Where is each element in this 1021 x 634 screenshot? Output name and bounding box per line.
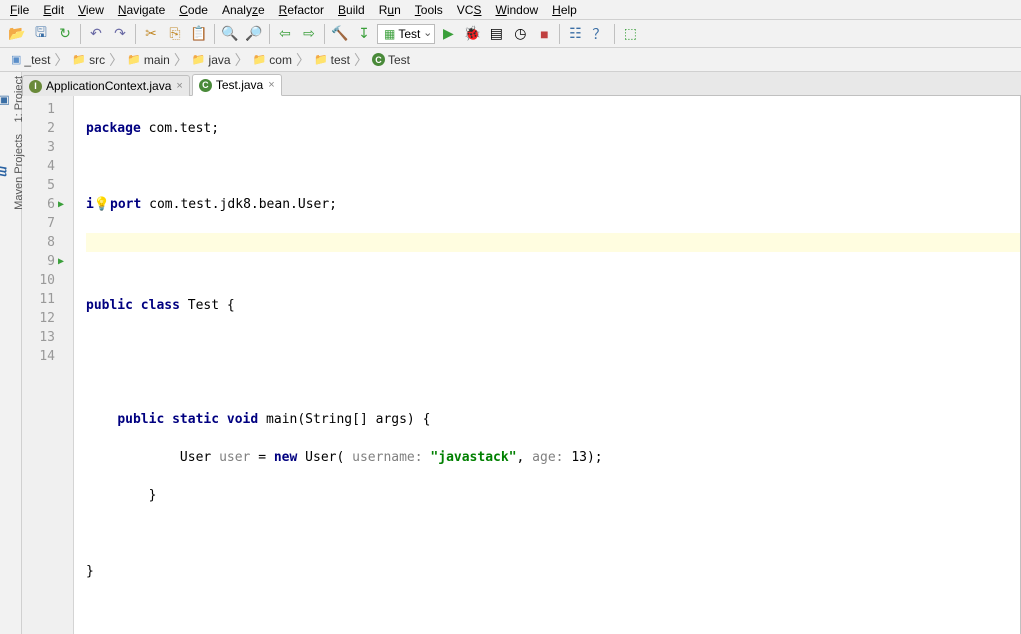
tab-applicationcontext[interactable]: I ApplicationContext.java ×	[22, 75, 190, 96]
crumb-folder[interactable]: 📁main	[124, 53, 173, 67]
menubar: File Edit View Navigate Code Analyze Ref…	[0, 0, 1021, 20]
toggle-breakpoints-icon[interactable]: ↧	[353, 23, 375, 45]
stop-icon[interactable]: ■	[533, 23, 555, 45]
code-area: 1 2 3 4 5 6▶ 7 8 9▶ 10 11 12 13 14 packa…	[22, 96, 1021, 634]
menu-run[interactable]: Run	[373, 2, 407, 18]
menu-window[interactable]: Window	[489, 2, 544, 18]
crumb-folder[interactable]: 📁com	[250, 53, 295, 67]
open-icon[interactable]: 📂	[6, 23, 28, 45]
run-config-label: Test	[398, 27, 420, 41]
menu-file[interactable]: File	[4, 2, 35, 18]
chevron-right-icon: 〉	[235, 50, 249, 70]
replace-icon[interactable]: 🔎	[243, 23, 265, 45]
run-gutter-icon[interactable]: ▶	[55, 195, 67, 214]
gradle-sync-icon[interactable]: ⬚	[619, 23, 641, 45]
tab-label: Test.java	[216, 78, 263, 92]
crumb-folder[interactable]: 📁test	[311, 53, 353, 67]
toolbar-separator	[324, 24, 325, 44]
menu-tools[interactable]: Tools	[409, 2, 449, 18]
sidebar-maven[interactable]: Maven Projects m	[0, 134, 25, 210]
profile-icon[interactable]: ◷	[509, 23, 531, 45]
coverage-icon[interactable]: ▤	[485, 23, 507, 45]
toolbar-separator	[135, 24, 136, 44]
toolbar-separator	[80, 24, 81, 44]
tab-label: ApplicationContext.java	[46, 79, 171, 93]
run-config-select[interactable]: ▦ Test	[377, 24, 435, 44]
run-gutter-icon[interactable]: ▶	[55, 252, 67, 271]
toolbar: 📂 🖫 ↻ ↶ ↷ ✂ ⎘ 📋 🔍 🔎 ⇦ ⇨ 🔨 ↧ ▦ Test ▶ 🐞 ▤…	[0, 20, 1021, 48]
cut-icon[interactable]: ✂	[140, 23, 162, 45]
redo-icon[interactable]: ↷	[109, 23, 131, 45]
tab-test[interactable]: C Test.java ×	[192, 74, 282, 96]
menu-help[interactable]: Help	[546, 2, 583, 18]
toolbar-separator	[214, 24, 215, 44]
gutter[interactable]: 1 2 3 4 5 6▶ 7 8 9▶ 10 11 12 13 14	[22, 96, 74, 634]
menu-refactor[interactable]: Refactor	[273, 2, 330, 18]
chevron-right-icon: 〉	[354, 50, 368, 70]
forward-icon[interactable]: ⇨	[298, 23, 320, 45]
close-icon[interactable]: ×	[268, 79, 274, 91]
editor-tabbar: I ApplicationContext.java × C Test.java …	[22, 72, 1021, 96]
intention-bulb-icon[interactable]: 💡	[94, 197, 110, 212]
main-area: 1: Project ▣ Maven Projects m I Applicat…	[0, 72, 1021, 634]
copy-icon[interactable]: ⎘	[164, 23, 186, 45]
build-icon[interactable]: 🔨	[329, 23, 351, 45]
close-icon[interactable]: ×	[176, 80, 182, 92]
toolbar-separator	[559, 24, 560, 44]
avd-icon[interactable]: ☷	[564, 23, 586, 45]
breadcrumb: ▣_test 〉 📁src 〉 📁main 〉 📁java 〉 📁com 〉 📁…	[0, 48, 1021, 72]
find-icon[interactable]: 🔍	[219, 23, 241, 45]
menu-navigate[interactable]: Navigate	[112, 2, 171, 18]
menu-view[interactable]: View	[72, 2, 110, 18]
code-editor[interactable]: package com.test; i💡port com.test.jdk8.b…	[74, 96, 1020, 634]
undo-icon[interactable]: ↶	[85, 23, 107, 45]
chevron-right-icon: 〉	[296, 50, 310, 70]
project-icon: ▣	[0, 92, 11, 106]
save-all-icon[interactable]: 🖫	[30, 23, 52, 45]
run-icon[interactable]: ▶	[437, 23, 459, 45]
left-sidebar: 1: Project ▣ Maven Projects m	[0, 72, 22, 634]
maven-icon: m	[0, 167, 11, 178]
menu-build[interactable]: Build	[332, 2, 371, 18]
sidebar-project[interactable]: 1: Project ▣	[0, 76, 25, 122]
crumb-folder[interactable]: 📁java	[189, 53, 234, 67]
editor: I ApplicationContext.java × C Test.java …	[22, 72, 1021, 634]
chevron-right-icon: 〉	[174, 50, 188, 70]
debug-icon[interactable]: 🐞	[461, 23, 483, 45]
back-icon[interactable]: ⇦	[274, 23, 296, 45]
menu-edit[interactable]: Edit	[37, 2, 70, 18]
class-icon: C	[199, 79, 212, 92]
crumb-class[interactable]: C Test	[369, 53, 413, 67]
toolbar-separator	[269, 24, 270, 44]
toolbar-separator	[614, 24, 615, 44]
sync-icon[interactable]: ↻	[54, 23, 76, 45]
menu-analyze[interactable]: Analyze	[216, 2, 271, 18]
chevron-right-icon: 〉	[109, 50, 123, 70]
paste-icon[interactable]: 📋	[188, 23, 210, 45]
menu-code[interactable]: Code	[173, 2, 214, 18]
chevron-right-icon: 〉	[54, 50, 68, 70]
crumb-project[interactable]: ▣_test	[8, 53, 53, 67]
interface-icon: I	[29, 80, 42, 93]
crumb-folder[interactable]: 📁src	[69, 53, 108, 67]
menu-vcs[interactable]: VCS	[451, 2, 488, 18]
help-icon[interactable]: ？	[588, 23, 610, 45]
